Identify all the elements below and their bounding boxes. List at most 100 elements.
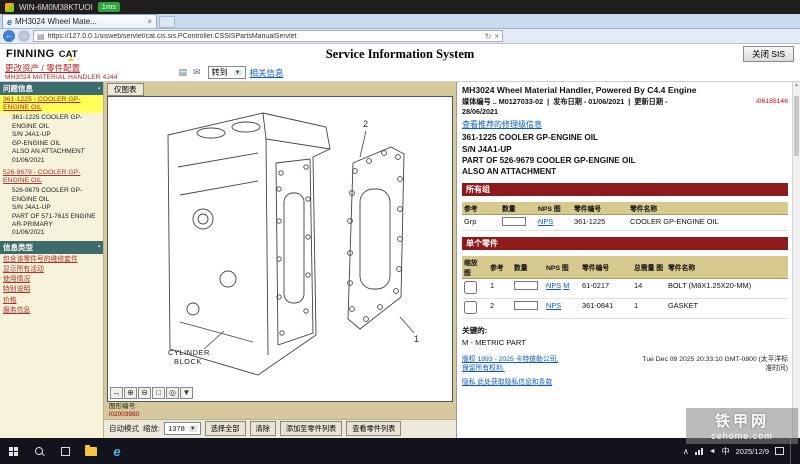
col-qty: 数量 <box>500 202 536 215</box>
group-table: 参考 数量 NPS 图 零件编号 零件名称 Grp NPS 361-1225 C… <box>462 202 788 231</box>
separator: | <box>628 97 630 106</box>
chevron-down-icon: ▼ <box>189 426 197 432</box>
part-heading: 361-1225 COOLER GP-ENGINE OIL S/N J4A1-U… <box>462 132 788 176</box>
tray-expand-icon[interactable]: ∧ <box>683 447 689 456</box>
select-all-button[interactable]: 选择全部 <box>205 421 246 436</box>
total-req: 14 <box>632 278 666 298</box>
col-nps: NPS 图 <box>536 202 572 215</box>
related-info-link[interactable]: 相关信息 <box>250 67 284 79</box>
zoom-window-icon[interactable]: □ <box>152 387 165 399</box>
recommended-repair-link[interactable]: 查看推荐的修理级信息 <box>462 119 542 130</box>
action-center-icon[interactable] <box>775 447 784 455</box>
page-icon: ▤ <box>37 32 45 41</box>
graphic-area: 仅图表 <box>104 82 456 438</box>
close-sis-button[interactable]: 关闭 SIS <box>743 46 794 62</box>
part-ref: 1 <box>488 278 512 298</box>
group-nps-link[interactable]: NPS <box>538 217 553 226</box>
part-qty-input[interactable] <box>514 281 538 290</box>
asset-config-block: 更改资产 / 零件配置 MH3024 MATERIAL HANDLER 4J44 <box>5 64 118 81</box>
nps-link[interactable]: NPS <box>546 301 561 310</box>
sidebar-item-361-1225[interactable]: 361-1225 - COOLER GP-ENGINE OIL <box>0 95 103 113</box>
info-type-service-info[interactable]: 服务信息 <box>0 306 103 316</box>
scrollbar-thumb[interactable] <box>794 96 799 156</box>
url-field[interactable]: ▤ https://127.0.0.1/sisweb/servlet/cat.c… <box>33 30 503 42</box>
part-number: 361-0841 <box>580 298 632 318</box>
row-select-checkbox[interactable] <box>464 281 477 294</box>
model-title: MH3024 Wheel Material Handler, Powered B… <box>462 85 788 95</box>
update-date-label: 更新日期 - <box>634 97 667 106</box>
note-m-link[interactable]: M <box>563 281 569 290</box>
task-view-button[interactable] <box>52 438 78 464</box>
stop-icon[interactable]: × <box>494 32 499 41</box>
sidebar-item-361-1225-detail: 361-1225 COOLER GP- ENGINE OIL S/N J4A1-… <box>0 113 103 168</box>
taskbar-date[interactable]: 2025/12/9 <box>736 447 769 456</box>
engine-diagram[interactable]: 2 1 CYLINDER BLOCK <box>108 97 452 401</box>
section-icon: ▪ <box>98 86 100 92</box>
browser-tab[interactable]: e MH3024 Wheel Mate... × <box>2 14 157 28</box>
legend-label: 关键的: <box>462 325 788 336</box>
info-types-title: 信息类型 <box>3 242 33 253</box>
info-type-kits[interactable]: 包含该零件号的维修套件 <box>0 255 103 265</box>
zoom-out-icon[interactable]: ⊖ <box>138 387 151 399</box>
back-button[interactable]: ← <box>3 30 15 42</box>
sidebar-item-526-9679[interactable]: 526-9679 - COOLER GP-ENGINE OIL <box>0 168 103 186</box>
info-type-activities[interactable]: 显示所有活动 <box>0 265 103 275</box>
feedback-icon[interactable]: ✉ <box>193 67 201 78</box>
panel-scrollbar[interactable]: ▲ <box>792 82 800 438</box>
forward-button[interactable]: → <box>18 30 30 42</box>
parts-graphic-viewer[interactable]: 2 1 CYLINDER BLOCK ↔ ⊕ ⊖ □ ◎ ▼ <box>107 96 453 402</box>
address-bar: ← → ▤ https://127.0.0.1/sisweb/servlet/c… <box>0 29 800 44</box>
zoom-in-icon[interactable]: ⊕ <box>124 387 137 399</box>
chevron-down-icon: ▼ <box>234 70 242 76</box>
ie-favicon-icon: e <box>7 17 12 27</box>
zoom-toolbar: ↔ ⊕ ⊖ □ ◎ ▼ <box>110 387 193 399</box>
group-qty-input[interactable] <box>502 217 526 226</box>
breadcrumb: MH3024 MATERIAL HANDLER 4J44 <box>5 74 118 81</box>
search-button[interactable] <box>26 438 52 464</box>
total-req: 1 <box>632 298 666 318</box>
graphic-number-value: i02003980 <box>109 411 139 418</box>
start-button[interactable] <box>0 438 26 464</box>
info-types-list: 包含该零件号的维修套件 显示所有活动 使用情况 特别说明 价格 服务信息 <box>0 254 103 316</box>
zoom-fit-icon[interactable]: ◎ <box>166 387 179 399</box>
vm-computer-name: WIN-6M0M38KTUOI <box>19 3 93 12</box>
graphics-only-tab[interactable]: 仅图表 <box>107 83 144 96</box>
volume-icon[interactable]: ◄ <box>709 448 716 455</box>
separator: | <box>547 97 549 106</box>
nps-link[interactable]: NPS <box>546 281 561 290</box>
copyright-link[interactable]: 版权 1993 - 2025 卡特彼勒公司, <box>462 355 558 365</box>
tab-close-icon[interactable]: × <box>147 17 152 26</box>
info-type-special-notes[interactable]: 特别说明 <box>0 285 103 295</box>
network-icon[interactable] <box>695 448 703 455</box>
goto-dropdown[interactable]: 转到 ▼ <box>208 66 246 79</box>
file-explorer-button[interactable] <box>78 438 104 464</box>
privacy-link[interactable]: 隐私 此处获取隐私信息和条款 <box>462 376 552 386</box>
clear-button[interactable]: 清除 <box>250 421 276 436</box>
sub-toolbar: 更改资产 / 零件配置 MH3024 MATERIAL HANDLER 4J44… <box>0 64 800 82</box>
language-indicator[interactable]: 中 <box>722 446 730 457</box>
refresh-icon[interactable]: ↻ <box>485 32 492 41</box>
part-name: GASKET <box>666 298 788 318</box>
view-parts-list-button[interactable]: 查看零件列表 <box>346 421 401 436</box>
add-to-parts-list-button[interactable]: 添加至零件列表 <box>280 421 342 436</box>
zoom-value-dropdown[interactable]: 1378 ▼ <box>164 422 201 435</box>
cylinder-block-label-1: CYLINDER <box>168 348 210 357</box>
change-asset-link[interactable]: 更改资产 / 零件配置 <box>5 64 118 74</box>
legend-value: M - METRIC PART <box>462 338 788 347</box>
info-type-usage[interactable]: 使用情况 <box>0 275 103 285</box>
graphic-options-dropdown-icon[interactable]: ▼ <box>180 387 193 399</box>
table-row: 1 NPS M 61-0217 14 BOLT (M8X1.25X20-MM) <box>462 278 788 298</box>
print-icon[interactable]: ▤ <box>179 67 188 78</box>
pan-icon[interactable]: ↔ <box>110 387 123 399</box>
url-text: https://127.0.0.1/sisweb/servlet/cat.cis… <box>48 33 482 40</box>
part-qty-input[interactable] <box>514 301 538 310</box>
info-type-price[interactable]: 价格 <box>0 296 103 306</box>
row-select-checkbox[interactable] <box>464 301 477 314</box>
new-tab-button[interactable] <box>159 16 175 28</box>
rights-link[interactable]: 保留所有权利. <box>462 364 558 374</box>
internet-explorer-button[interactable]: e <box>104 438 130 464</box>
callout-2[interactable]: 2 <box>363 119 368 129</box>
callout-1[interactable]: 1 <box>414 334 419 344</box>
scroll-up-icon[interactable]: ▲ <box>794 82 799 88</box>
goto-label: 转到 <box>212 67 228 78</box>
